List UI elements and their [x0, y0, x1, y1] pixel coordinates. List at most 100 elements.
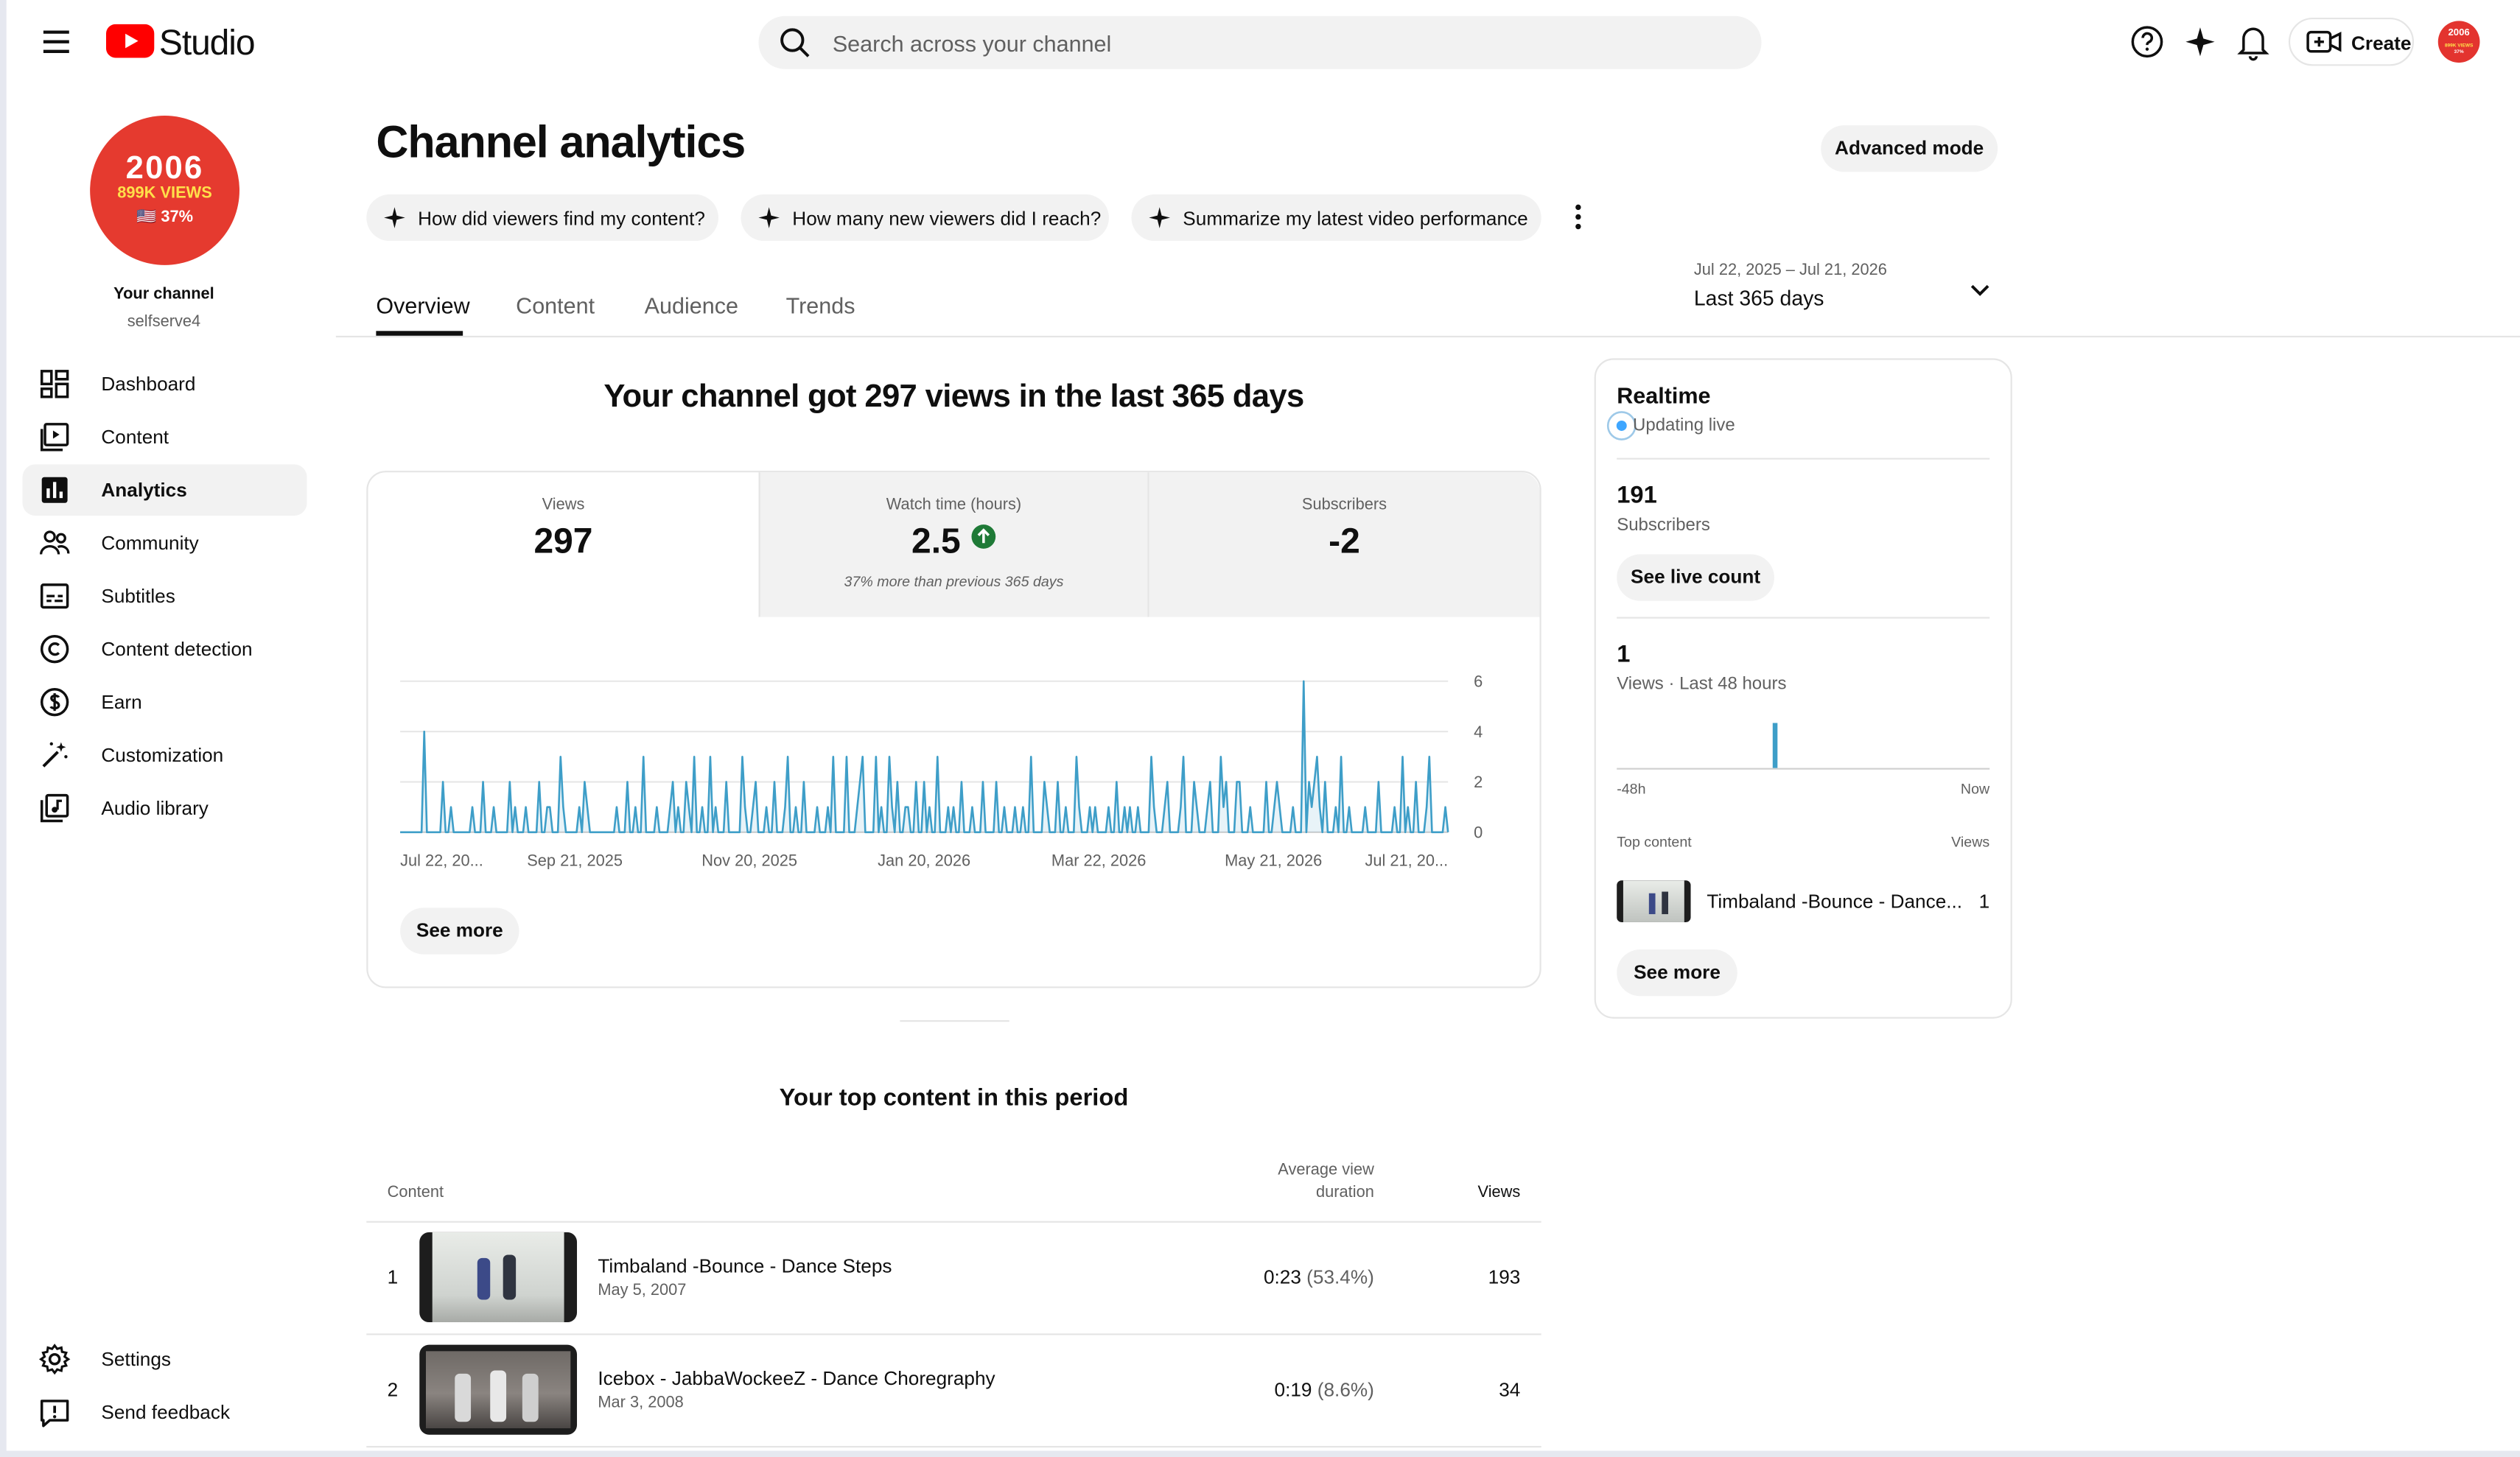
row-avd-time: 0:19	[1274, 1378, 1312, 1401]
dancer-figure	[1648, 893, 1656, 915]
chip-find-content[interactable]: How did viewers find my content?	[366, 194, 718, 242]
col-avd-line1: Average view	[1278, 1161, 1374, 1179]
sidebar-item-settings[interactable]: Settings	[23, 1333, 307, 1385]
chevron-down-icon	[1970, 284, 1989, 296]
chip-label: How many new viewers did I reach?	[792, 207, 1102, 230]
metric-views[interactable]: Views 297	[368, 472, 758, 617]
top-item-thumbnail[interactable]	[1617, 880, 1691, 922]
metric-title: Watch time (hours)	[886, 496, 1022, 514]
video-thumbnail[interactable]	[419, 1344, 578, 1435]
account-avatar[interactable]: 2006 899K VIEWS 37%	[2437, 21, 2480, 63]
tabs-divider	[335, 335, 2520, 338]
sidebar-item-audio-library[interactable]: Audio library	[23, 782, 307, 834]
y-tick-label: 2	[1474, 773, 1483, 791]
top-item-title[interactable]: Timbaland -Bounce - Dance...	[1707, 890, 1962, 913]
channel-handle: selfserve4	[127, 313, 201, 331]
thumbnail-scene	[432, 1232, 564, 1323]
tab-overview[interactable]: Overview	[376, 292, 469, 318]
tab-trends[interactable]: Trends	[786, 292, 855, 318]
dashboard-icon	[40, 370, 69, 399]
sidebar-item-dashboard[interactable]: Dashboard	[23, 358, 307, 410]
notifications-icon[interactable]	[2236, 23, 2271, 61]
your-channel-label: Your channel	[113, 286, 214, 304]
metric-value: 2.5	[760, 521, 1148, 563]
sidebar-item-subtitles[interactable]: Subtitles	[23, 570, 307, 622]
dancer-figure	[503, 1254, 517, 1300]
sidebar-item-analytics[interactable]: Analytics	[22, 464, 307, 516]
dancer-figure	[490, 1370, 507, 1422]
row-avd: 0:23 (53.4%)	[1202, 1265, 1374, 1289]
sidebar-item-label: Content	[101, 425, 169, 449]
chip-new-viewers[interactable]: How many new viewers did I reach?	[741, 194, 1109, 242]
realtime-divider	[1617, 457, 1990, 460]
date-range-picker[interactable]: Jul 22, 2025 – Jul 21, 2026 Last 365 day…	[1694, 257, 1999, 315]
x-tick-label: Jul 21, 20...	[1365, 852, 1448, 870]
row-avd-time: 0:23	[1263, 1265, 1301, 1289]
row-views: 34	[1499, 1378, 1521, 1401]
metric-value: 297	[533, 520, 593, 561]
metric-subscribers[interactable]: Subscribers -2	[1149, 472, 1540, 617]
dollar-icon	[40, 687, 69, 717]
advanced-mode-button[interactable]: Advanced mode	[1821, 125, 1998, 172]
feedback-icon	[40, 1400, 69, 1428]
sidebar-item-customization[interactable]: Customization	[23, 729, 307, 781]
search-bar[interactable]: Search across your channel	[758, 15, 1762, 69]
row-title[interactable]: Icebox - JabbaWockeeZ - Dance Choregraph…	[598, 1367, 995, 1390]
sparkle-icon	[1149, 207, 1170, 228]
sidebar-item-label: Earn	[101, 690, 142, 714]
avatar-sm-line1: 2006	[2448, 29, 2470, 39]
community-icon	[39, 530, 70, 555]
sparkle-icon	[384, 207, 405, 228]
chip-summarize-video[interactable]: Summarize my latest video performance	[1131, 194, 1541, 242]
page-title: Channel analytics	[376, 117, 746, 167]
realtime-bar-chart[interactable]	[1617, 717, 1990, 770]
realtime-see-more-button[interactable]: See more	[1617, 949, 1737, 997]
x-tick-label: May 21, 2026	[1225, 852, 1322, 870]
tab-audience[interactable]: Audience	[645, 292, 738, 318]
realtime-divider	[1617, 617, 1990, 619]
dancer-figure	[522, 1373, 539, 1422]
search-input[interactable]: Search across your channel	[833, 30, 1112, 56]
sparkle-icon	[758, 207, 780, 228]
sidebar-item-earn[interactable]: Earn	[23, 676, 307, 728]
col-views: Views	[1477, 1184, 1521, 1202]
create-button[interactable]: Create	[2288, 17, 2415, 66]
row-date: Mar 3, 2008	[598, 1394, 684, 1413]
metric-value-text: 2.5	[911, 520, 961, 561]
sidebar-item-content[interactable]: Content	[23, 411, 307, 463]
y-tick-label: 6	[1474, 672, 1483, 690]
metric-watch-time[interactable]: Watch time (hours) 2.5 37% more than pre…	[758, 472, 1149, 617]
table-row[interactable]: 1 Timbaland -Bounce - Dance Steps May 5,…	[366, 1223, 1541, 1335]
axis-start-label: -48h	[1617, 781, 1646, 797]
top-content-title: Your top content in this period	[779, 1084, 1129, 1112]
channel-avatar-year: 2006	[125, 151, 204, 187]
row-avd-pct: (8.6%)	[1317, 1378, 1374, 1401]
avatar-sm-line2: 899K VIEWS	[2444, 41, 2474, 49]
gear-icon	[38, 1344, 71, 1375]
channel-avatar[interactable]: 2006 899K VIEWS 🇺🇸 37%	[90, 116, 239, 265]
menu-icon[interactable]	[38, 26, 74, 58]
sidebar-item-send-feedback[interactable]: Send feedback	[23, 1386, 307, 1438]
tab-content[interactable]: Content	[516, 292, 595, 318]
table-row[interactable]: 2 Icebox - JabbaWockeeZ - Dance Choregra…	[366, 1335, 1541, 1448]
axis-end-label: Now	[1960, 781, 1990, 797]
col-avd-line2: duration	[1316, 1184, 1374, 1202]
x-tick-label: Jan 20, 2026	[878, 852, 970, 870]
avatar-sm-line3: 37%	[2454, 48, 2464, 55]
help-icon[interactable]	[2129, 24, 2165, 60]
row-date: May 5, 2007	[598, 1282, 687, 1300]
channel-avatar-views: 899K VIEWS	[117, 184, 212, 203]
row-title[interactable]: Timbaland -Bounce - Dance Steps	[598, 1254, 892, 1277]
sidebar-item-label: Settings	[101, 1347, 171, 1371]
sidebar-item-label: Content detection	[101, 637, 253, 661]
views-count: 1	[1617, 641, 1631, 669]
sidebar-item-content-detection[interactable]: Content detection	[23, 623, 307, 675]
views-line-chart[interactable]: 0 2 4 6 Jul 22, 20... Sep 21, 2025 Nov 20, 202…	[368, 665, 1539, 938]
studio-logo[interactable]: Studio	[105, 21, 256, 63]
see-live-count-button[interactable]: See live count	[1617, 554, 1774, 601]
more-options-icon[interactable]	[1569, 199, 1588, 234]
see-more-button[interactable]: See more	[400, 907, 519, 955]
sidebar-item-community[interactable]: Community	[23, 517, 307, 569]
ai-sparkle-icon[interactable]	[2183, 24, 2218, 60]
video-thumbnail[interactable]	[419, 1232, 578, 1323]
